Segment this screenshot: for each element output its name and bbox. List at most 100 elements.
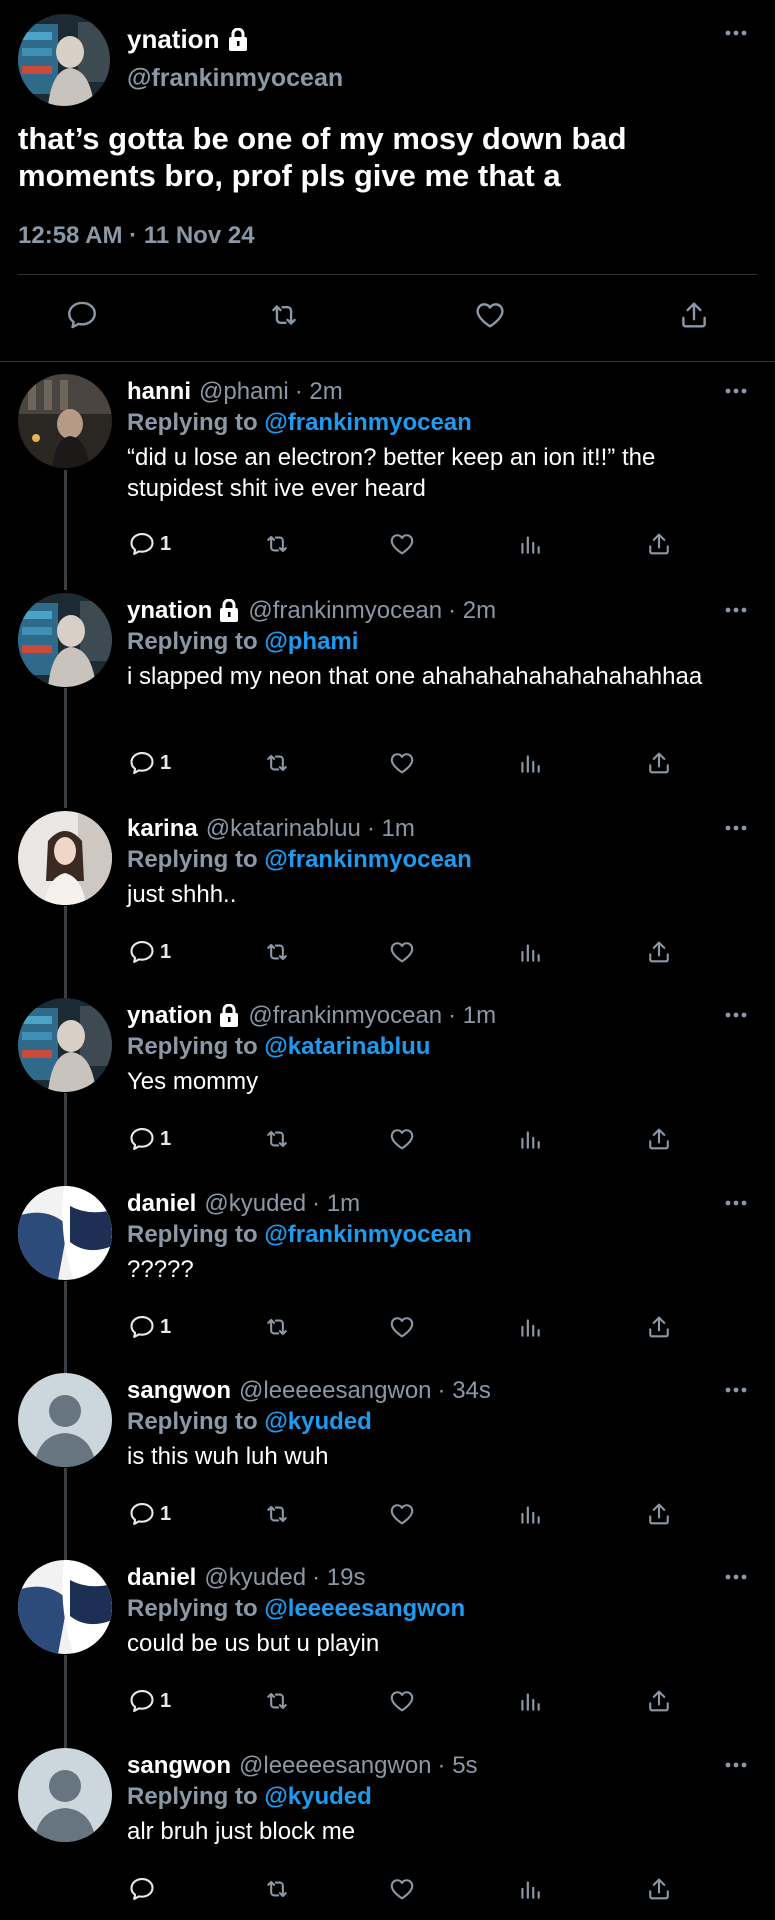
avatar[interactable] [18,998,112,1092]
more-options-icon[interactable] [725,1762,747,1768]
replying-to-handle[interactable]: @kyuded [264,1783,371,1810]
author-handle[interactable]: @frankinmyocean [248,597,442,625]
share-icon[interactable] [645,1497,673,1531]
like-icon[interactable] [387,746,417,780]
author-handle[interactable]: @katarinabluu [206,815,361,843]
reply-button[interactable]: 1 [128,746,171,780]
reply-button[interactable]: 1 [128,1310,171,1344]
replying-to-handle[interactable]: @kyuded [264,1408,371,1435]
share-icon[interactable] [645,1684,673,1718]
avatar[interactable] [18,14,110,106]
avatar[interactable] [18,374,112,468]
avatar[interactable] [18,1560,112,1654]
reply-tweet[interactable]: hanni @phami · 2m Replying to @frankinmy… [0,374,775,567]
reply-button[interactable]: 1 [128,1497,171,1531]
retweet-icon[interactable] [262,935,292,969]
author-handle[interactable]: @leeeeesangwon [239,1377,432,1405]
reply-button[interactable]: 1 [128,935,171,969]
author-name[interactable]: karina [127,815,198,843]
replying-to-handle[interactable]: @phami [264,628,358,655]
author-name[interactable]: ynation [127,597,212,625]
reply-tweet[interactable]: sangwon @leeeeesangwon · 34s Replying to… [0,1373,775,1537]
share-icon[interactable] [645,1872,673,1906]
reply-tweet[interactable]: ynation @frankinmyocean · 1m Replying to… [0,998,775,1162]
views-icon[interactable] [517,527,543,561]
views-icon[interactable] [517,935,543,969]
views-icon[interactable] [517,1684,543,1718]
tweet-text: that’s gotta be one of my mosy down bad … [18,121,627,193]
avatar[interactable] [18,593,112,687]
replying-to-handle[interactable]: @frankinmyocean [264,409,471,436]
retweet-icon[interactable] [262,1684,292,1718]
author-handle[interactable]: @phami [199,378,289,406]
avatar[interactable] [18,1748,112,1842]
like-icon[interactable] [387,1122,417,1156]
retweet-icon[interactable] [262,1310,292,1344]
views-icon[interactable] [517,1310,543,1344]
reply-icon[interactable] [62,295,102,335]
author-handle[interactable]: @frankinmyocean [127,64,343,93]
more-options-icon[interactable] [725,607,747,613]
reply-button[interactable] [128,1872,160,1906]
more-options-icon[interactable] [725,1387,747,1393]
reply-tweet[interactable]: daniel @kyuded · 19s Replying to @leeeee… [0,1560,775,1724]
retweet-icon[interactable] [262,527,292,561]
retweet-icon[interactable] [262,1122,292,1156]
author-handle[interactable]: @kyuded [204,1190,306,1218]
more-options-icon[interactable] [725,1200,747,1206]
author-name[interactable]: daniel [127,1564,196,1592]
author-name[interactable]: ynation [127,1002,212,1030]
author-name[interactable]: daniel [127,1190,196,1218]
views-icon[interactable] [517,1122,543,1156]
author-name[interactable]: sangwon [127,1752,231,1780]
like-icon[interactable] [387,1497,417,1531]
more-options-icon[interactable] [725,388,747,394]
author-handle[interactable]: @frankinmyocean [248,1002,442,1030]
retweet-icon[interactable] [262,746,292,780]
share-icon[interactable] [674,295,714,335]
share-icon[interactable] [645,1122,673,1156]
more-options-icon[interactable] [725,825,747,831]
author-handle[interactable]: @leeeeesangwon [239,1752,432,1780]
replying-to-handle[interactable]: @leeeeesangwon [264,1595,465,1622]
share-icon[interactable] [645,935,673,969]
author-name[interactable]: hanni [127,378,191,406]
replying-to-handle[interactable]: @katarinabluu [264,1033,430,1060]
more-options-icon[interactable] [725,1574,747,1580]
more-options-icon[interactable] [725,1012,747,1018]
reply-button[interactable]: 1 [128,1122,171,1156]
avatar[interactable] [18,1186,112,1280]
like-icon[interactable] [387,527,417,561]
like-icon[interactable] [387,1872,417,1906]
reply-icon [128,749,156,777]
replying-to-handle[interactable]: @frankinmyocean [264,846,471,873]
reply-button[interactable]: 1 [128,1684,171,1718]
author-name[interactable]: ynation [127,24,249,55]
author-handle[interactable]: @kyuded [204,1564,306,1592]
author-name-text: ynation [127,24,220,54]
retweet-icon[interactable] [264,295,304,335]
reply-tweet[interactable]: daniel @kyuded · 1m Replying to @frankin… [0,1186,775,1350]
author-name[interactable]: sangwon [127,1377,231,1405]
views-icon[interactable] [517,1872,543,1906]
avatar[interactable] [18,1373,112,1467]
replying-to-handle[interactable]: @frankinmyocean [264,1221,471,1248]
retweet-icon[interactable] [262,1872,292,1906]
share-icon[interactable] [645,746,673,780]
views-icon[interactable] [517,746,543,780]
reply-tweet[interactable]: ynation @frankinmyocean · 2m Replying to… [0,593,775,786]
like-icon[interactable] [387,935,417,969]
like-icon[interactable] [470,295,510,335]
like-icon[interactable] [387,1310,417,1344]
reply-tweet[interactable]: sangwon @leeeeesangwon · 5s Replying to … [0,1748,775,1912]
views-icon[interactable] [517,1497,543,1531]
reply-button[interactable]: 1 [128,527,171,561]
avatar[interactable] [18,811,112,905]
retweet-icon[interactable] [262,1497,292,1531]
reply-tweet[interactable]: karina @katarinabluu · 1m Replying to @f… [0,811,775,975]
share-icon[interactable] [645,527,673,561]
divider [18,274,757,275]
like-icon[interactable] [387,1684,417,1718]
more-options-icon[interactable] [725,30,747,36]
share-icon[interactable] [645,1310,673,1344]
